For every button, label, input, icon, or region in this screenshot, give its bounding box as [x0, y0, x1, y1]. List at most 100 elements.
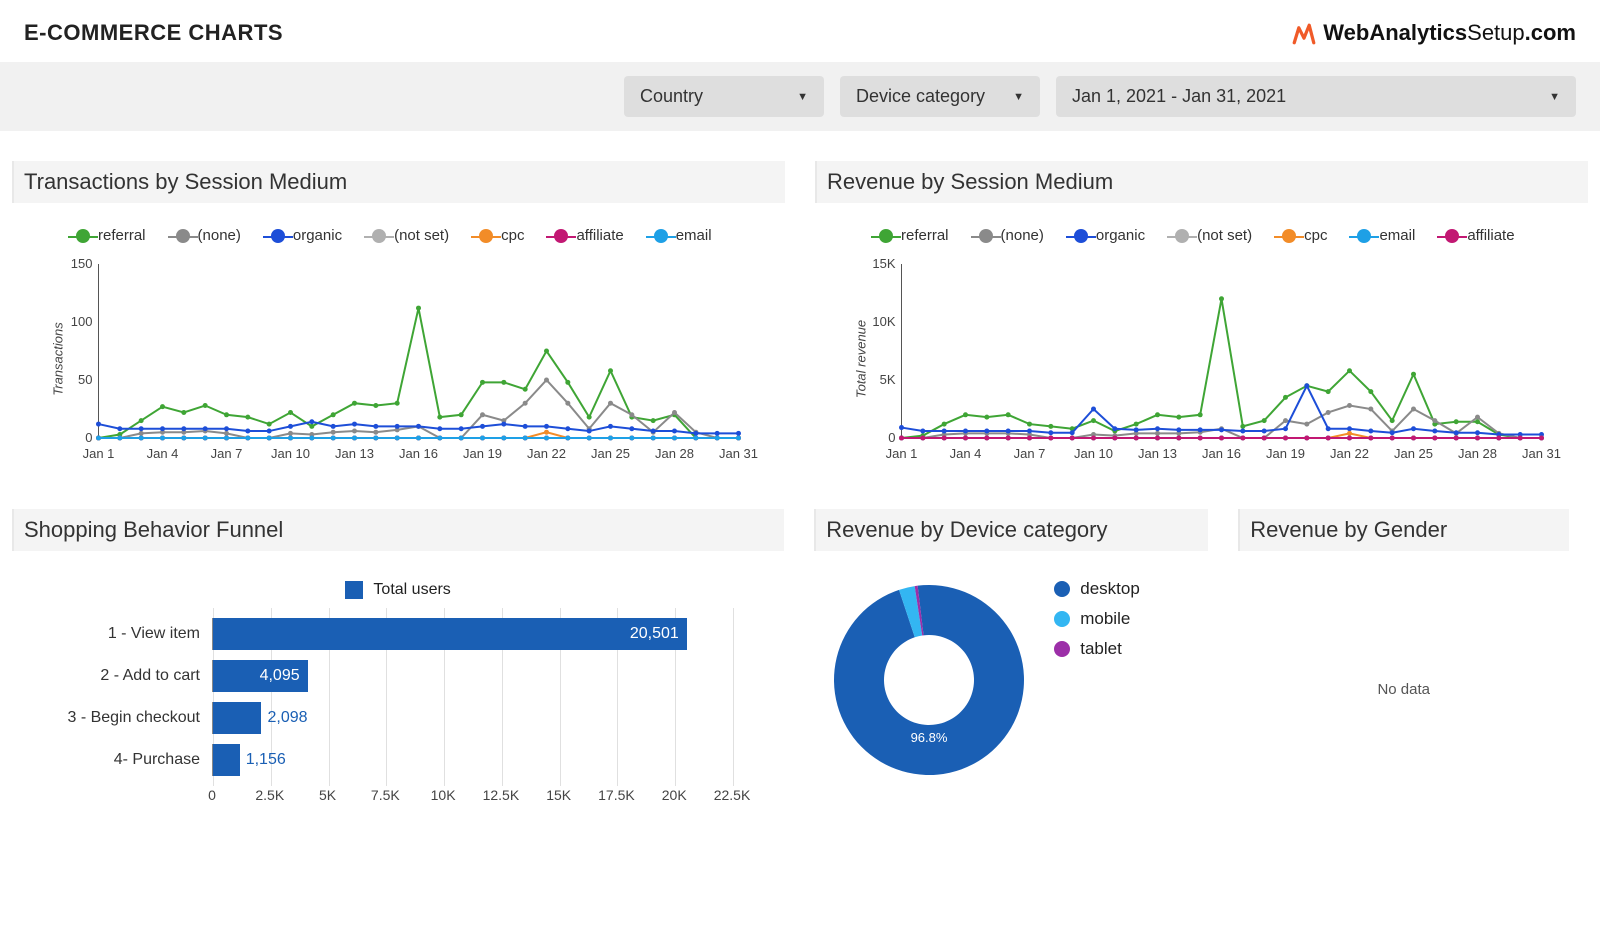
funnel-row: 4- Purchase1,156: [22, 739, 774, 781]
chart-legend: referral (none) organic (not set) cpc email af…: [825, 221, 1578, 254]
legend-dot-icon: [554, 229, 568, 243]
legend-item-notset[interactable]: (not set): [372, 227, 449, 244]
legend-label: cpc: [501, 227, 524, 244]
legend-item-none[interactable]: (none): [979, 227, 1044, 244]
panel-revenue-by-medium: Revenue by Session Medium referral (none)…: [815, 161, 1588, 479]
legend-label: cpc: [1304, 227, 1327, 244]
legend-dot-icon: [1282, 229, 1296, 243]
legend-item-organic[interactable]: organic: [1074, 227, 1145, 244]
legend-label: (none): [198, 227, 241, 244]
country-dropdown-label: Country: [640, 86, 703, 107]
legend-label: organic: [293, 227, 342, 244]
funnel-category-label: 3 - Begin checkout: [22, 709, 212, 727]
funnel-axis-tick: 2.5K: [255, 787, 284, 803]
legend-item-none[interactable]: (none): [176, 227, 241, 244]
legend-label: desktop: [1080, 579, 1140, 599]
page-title: E-COMMERCE CHARTS: [24, 20, 283, 46]
legend-label: affiliate: [576, 227, 623, 244]
no-data-message: No data: [1238, 551, 1569, 698]
legend-item-affiliate[interactable]: affiliate: [554, 227, 623, 244]
legend-item-referral[interactable]: referral: [76, 227, 146, 244]
header: E-COMMERCE CHARTS WebAnalyticsSetup.com: [0, 0, 1600, 62]
svg-text:Jan 13: Jan 13: [1138, 446, 1177, 461]
legend-dot-icon: [372, 229, 386, 243]
svg-text:Jan 7: Jan 7: [211, 446, 243, 461]
legend-item-affiliate[interactable]: affiliate: [1445, 227, 1514, 244]
legend-label: referral: [901, 227, 949, 244]
funnel-legend-label: Total users: [373, 581, 450, 599]
svg-text:Jan 22: Jan 22: [1330, 446, 1369, 461]
legend-label: (not set): [1197, 227, 1252, 244]
funnel-value-label: 4,095: [260, 667, 300, 685]
svg-text:Jan 25: Jan 25: [591, 446, 630, 461]
svg-text:Jan 31: Jan 31: [719, 446, 758, 461]
funnel-axis-tick: 17.5K: [598, 787, 635, 803]
legend-item-email[interactable]: email: [654, 227, 712, 244]
legend-item-cpc[interactable]: cpc: [479, 227, 524, 244]
donut-legend: desktop mobile tablet: [1054, 575, 1140, 659]
chart-legend: referral (none) organic (not set) cpc affilia…: [22, 221, 775, 254]
legend-item-organic[interactable]: organic: [271, 227, 342, 244]
row-2: Shopping Behavior Funnel Total users 1 -…: [0, 479, 1600, 827]
device-dropdown-label: Device category: [856, 86, 985, 107]
funnel-value-label: 20,501: [630, 625, 679, 643]
legend-item-email[interactable]: email: [1357, 227, 1415, 244]
panel-revenue-by-gender: Revenue by Gender No data: [1238, 509, 1569, 827]
legend-item-notset[interactable]: (not set): [1175, 227, 1252, 244]
date-range-dropdown[interactable]: Jan 1, 2021 - Jan 31, 2021 ▼: [1056, 76, 1576, 117]
brand-logo-icon: [1291, 20, 1317, 46]
filter-bar: Country ▼ Device category ▼ Jan 1, 2021 …: [0, 62, 1600, 131]
svg-text:Jan 10: Jan 10: [271, 446, 310, 461]
date-dropdown-label: Jan 1, 2021 - Jan 31, 2021: [1072, 86, 1286, 107]
funnel-track: 1,156: [212, 744, 774, 776]
legend-dot-icon: [1054, 581, 1070, 597]
donut-legend-item-tablet[interactable]: tablet: [1054, 639, 1140, 659]
legend-label: tablet: [1080, 639, 1122, 659]
legend-item-referral[interactable]: referral: [879, 227, 949, 244]
svg-text:Jan 4: Jan 4: [147, 446, 179, 461]
svg-text:Jan 22: Jan 22: [527, 446, 566, 461]
funnel-category-label: 4- Purchase: [22, 751, 212, 769]
revenue-line-chart: Total revenue05K10K15KJan 1Jan 4Jan 7Jan…: [825, 254, 1578, 464]
funnel-bar: 20,501: [213, 618, 687, 650]
legend-dot-icon: [979, 229, 993, 243]
chevron-down-icon: ▼: [797, 91, 808, 103]
legend-swatch: [345, 581, 363, 599]
funnel-x-axis: 02.5K5K7.5K10K12.5K15K17.5K20K22.5K: [212, 787, 732, 817]
svg-text:Jan 28: Jan 28: [655, 446, 694, 461]
legend-dot-icon: [176, 229, 190, 243]
device-category-dropdown[interactable]: Device category ▼: [840, 76, 1040, 117]
svg-text:Jan 28: Jan 28: [1458, 446, 1497, 461]
panel-title: Revenue by Session Medium: [815, 161, 1588, 203]
funnel-axis-tick: 12.5K: [483, 787, 520, 803]
country-dropdown[interactable]: Country ▼: [624, 76, 824, 117]
legend-label: (none): [1001, 227, 1044, 244]
svg-text:100: 100: [71, 314, 93, 329]
legend-label: (not set): [394, 227, 449, 244]
svg-text:15K: 15K: [872, 256, 895, 271]
funnel-value-label: 2,098: [267, 709, 307, 727]
funnel-row: 3 - Begin checkout 2,098: [22, 697, 774, 739]
legend-dot-icon: [879, 229, 893, 243]
donut-legend-item-desktop[interactable]: desktop: [1054, 579, 1140, 599]
funnel-value-label: 1,156: [246, 751, 286, 769]
device-donut-chart: 96.8%: [824, 575, 1034, 785]
svg-text:0: 0: [888, 430, 895, 445]
funnel-axis-tick: 0: [208, 787, 216, 803]
svg-text:Jan 13: Jan 13: [335, 446, 374, 461]
legend-dot-icon: [1175, 229, 1189, 243]
funnel-bar: 1,156: [213, 744, 240, 776]
funnel-axis-tick: 20K: [662, 787, 687, 803]
legend-item-cpc[interactable]: cpc: [1282, 227, 1327, 244]
panel-shopping-funnel: Shopping Behavior Funnel Total users 1 -…: [12, 509, 784, 827]
brand: WebAnalyticsSetup.com: [1291, 20, 1576, 46]
donut-legend-item-mobile[interactable]: mobile: [1054, 609, 1140, 629]
funnel-row: 1 - View item20,501: [22, 613, 774, 655]
svg-text:5K: 5K: [880, 372, 896, 387]
funnel-axis-tick: 10K: [431, 787, 456, 803]
funnel-axis-tick: 22.5K: [714, 787, 751, 803]
svg-text:150: 150: [71, 256, 93, 271]
svg-text:Jan 7: Jan 7: [1014, 446, 1046, 461]
funnel-row: 2 - Add to cart4,095: [22, 655, 774, 697]
funnel-track: 4,095: [212, 660, 774, 692]
